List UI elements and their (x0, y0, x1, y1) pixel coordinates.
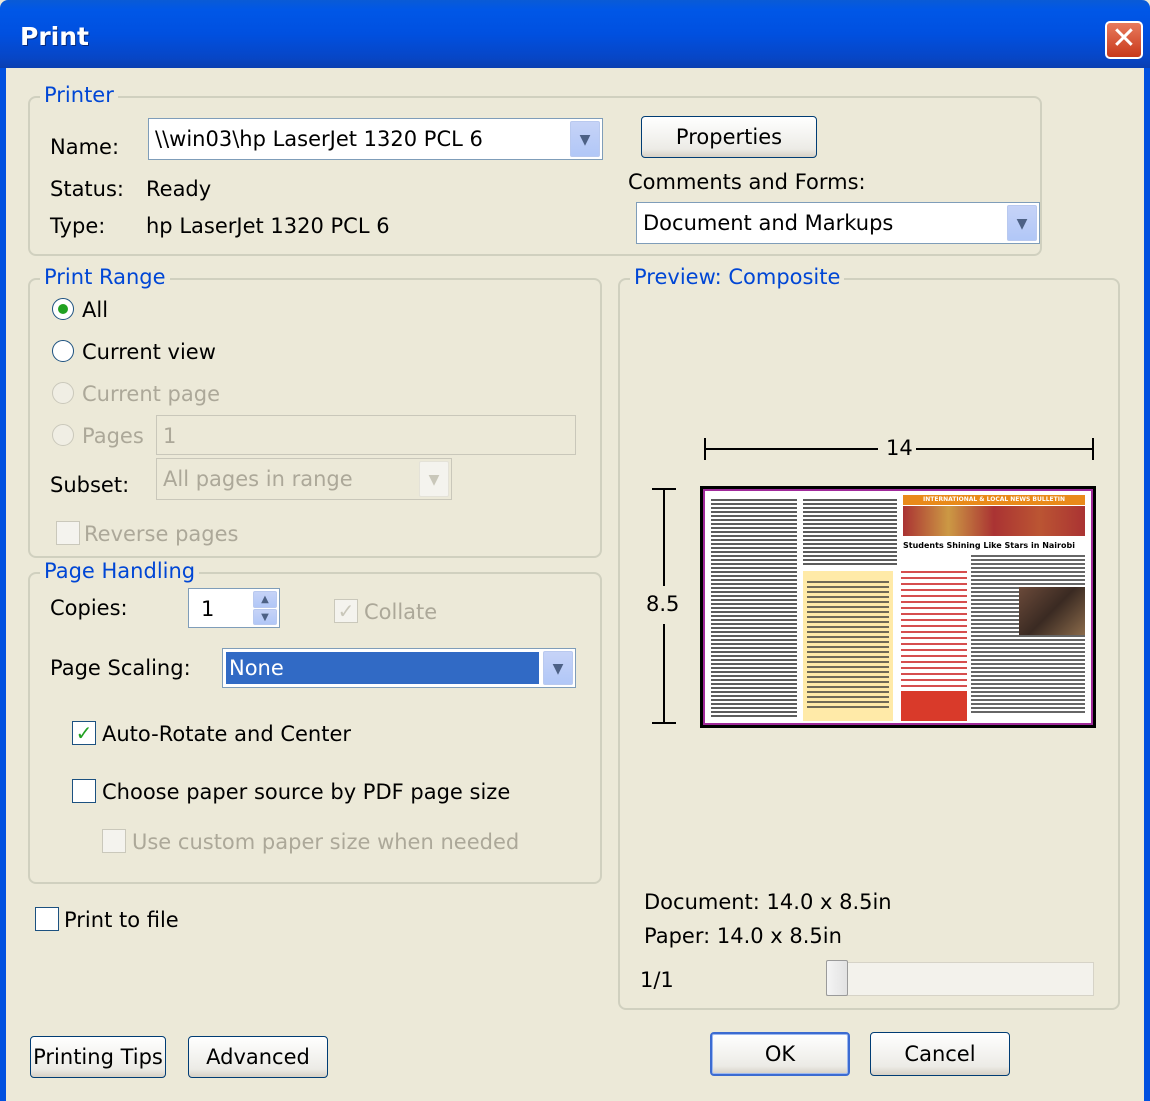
window-frame-left (0, 68, 6, 1101)
radio-current-page (52, 382, 74, 404)
page-preview-sheet: INTERNATIONAL & LOCAL NEWS BULLETIN Stud… (703, 489, 1093, 725)
page-indicator: 1/1 (640, 968, 674, 992)
print-to-file-checkbox[interactable] (35, 907, 59, 931)
photo (1019, 587, 1085, 635)
collate-checkbox: ✓ (334, 599, 358, 623)
text-column (971, 555, 1085, 715)
spin-up-icon[interactable]: ▲ (253, 591, 277, 608)
red-box (901, 691, 967, 721)
title-bar (0, 0, 1150, 68)
red-text-column (901, 571, 967, 691)
bulletin-banner: INTERNATIONAL & LOCAL NEWS BULLETIN (903, 495, 1085, 505)
height-dimension-line-bottom (663, 624, 665, 722)
width-dimension-end (1092, 438, 1094, 460)
collate-label: Collate (364, 600, 438, 624)
radio-selected-dot (58, 304, 68, 314)
radio-current-page-label: Current page (82, 382, 220, 406)
printing-tips-button[interactable]: Printing Tips (30, 1036, 166, 1078)
copies-value: 1 (201, 597, 215, 621)
copies-stepper[interactable]: 1 ▲ ▼ (188, 588, 280, 628)
status-label: Status: (50, 177, 124, 201)
pages-input-value: 1 (163, 424, 177, 448)
radio-all[interactable] (52, 298, 74, 320)
width-dimension-line-right (916, 448, 1092, 450)
pages-input: 1 (156, 415, 576, 455)
height-dimension-end (652, 722, 676, 724)
comments-forms-label: Comments and Forms: (628, 170, 866, 194)
subset-label: Subset: (50, 473, 130, 497)
printer-legend: Printer (40, 83, 118, 107)
print-to-file-label[interactable]: Print to file (64, 908, 179, 932)
reverse-pages-checkbox (56, 521, 80, 545)
cancel-button[interactable]: Cancel (870, 1032, 1010, 1076)
page-slider-thumb[interactable] (826, 960, 848, 996)
printer-name-label: Name: (50, 135, 120, 159)
printer-name-select[interactable]: \\win03\hp LaserJet 1320 PCL 6 ▼ (148, 118, 603, 160)
comments-forms-select[interactable]: Document and Markups ▼ (636, 202, 1040, 244)
spin-down-icon[interactable]: ▼ (253, 609, 277, 625)
thumbnail-headline: Students Shining Like Stars in Nairobi (903, 541, 1075, 550)
copies-label: Copies: (50, 596, 128, 620)
paper-source-label[interactable]: Choose paper source by PDF page size (102, 780, 510, 804)
status-value: Ready (146, 177, 212, 201)
comments-forms-value: Document and Markups (643, 211, 894, 235)
width-dimension-line-left (706, 448, 878, 450)
text-column (711, 499, 797, 719)
page-preview: INTERNATIONAL & LOCAL NEWS BULLETIN Stud… (700, 486, 1096, 728)
ok-button[interactable]: OK (710, 1032, 850, 1076)
banner-photo (903, 506, 1085, 536)
page-handling-legend: Page Handling (40, 559, 200, 583)
window-frame-right (1144, 68, 1150, 1101)
radio-current-view-label[interactable]: Current view (82, 340, 216, 364)
properties-button[interactable]: Properties (641, 116, 817, 158)
text-column (803, 499, 897, 567)
radio-pages (52, 424, 74, 446)
close-button[interactable]: ✕ (1105, 21, 1143, 59)
width-dimension-label: 14 (886, 436, 913, 460)
printer-name-value: \\win03\hp LaserJet 1320 PCL 6 (155, 127, 483, 151)
print-range-legend: Print Range (40, 265, 170, 289)
chevron-down-icon[interactable]: ▼ (1007, 205, 1037, 241)
height-dimension-line-top (663, 490, 665, 586)
type-label: Type: (50, 214, 106, 238)
highlight-text (807, 581, 889, 711)
subset-value: All pages in range (163, 467, 353, 491)
height-dimension-label: 8.5 (646, 592, 680, 616)
page-slider[interactable] (826, 962, 1094, 996)
auto-rotate-checkbox[interactable]: ✓ (72, 721, 96, 745)
reverse-pages-label: Reverse pages (84, 522, 239, 546)
radio-all-label[interactable]: All (82, 298, 108, 322)
type-value: hp LaserJet 1320 PCL 6 (146, 214, 390, 238)
paper-size: Paper: 14.0 x 8.5in (644, 924, 842, 948)
advanced-button[interactable]: Advanced (188, 1036, 328, 1078)
page-scaling-select[interactable]: None ▼ (222, 648, 576, 688)
page-scaling-value: None (229, 656, 284, 680)
paper-source-checkbox[interactable] (72, 779, 96, 803)
auto-rotate-label[interactable]: Auto-Rotate and Center (102, 722, 351, 746)
window-title: Print (20, 22, 89, 51)
subset-select: All pages in range ▼ (156, 458, 452, 500)
close-icon: ✕ (1111, 21, 1137, 56)
custom-paper-label: Use custom paper size when needed (132, 830, 520, 854)
page-scaling-label: Page Scaling: (50, 656, 191, 680)
chevron-down-icon: ▼ (419, 461, 449, 497)
document-size: Document: 14.0 x 8.5in (644, 890, 892, 914)
custom-paper-checkbox (102, 829, 126, 853)
radio-pages-label: Pages (82, 424, 144, 448)
preview-legend: Preview: Composite (630, 265, 845, 289)
radio-current-view[interactable] (52, 340, 74, 362)
chevron-down-icon[interactable]: ▼ (543, 651, 573, 685)
chevron-down-icon[interactable]: ▼ (570, 121, 600, 157)
